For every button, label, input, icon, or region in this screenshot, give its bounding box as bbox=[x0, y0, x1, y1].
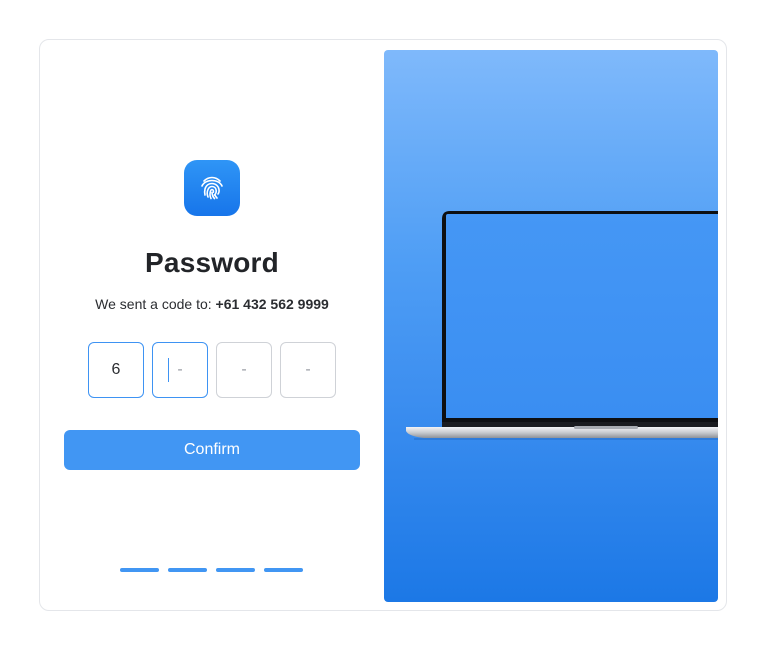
verification-panel: Password We sent a code to: +61 432 562 … bbox=[40, 40, 384, 610]
step-dash[interactable] bbox=[168, 568, 207, 572]
code-digit-4-placeholder: - bbox=[305, 361, 311, 378]
code-sent-message: We sent a code to: +61 432 562 9999 bbox=[40, 296, 384, 312]
step-dash[interactable] bbox=[120, 568, 159, 572]
page-title: Password bbox=[145, 247, 279, 278]
phone-number: +61 432 562 9999 bbox=[215, 296, 329, 312]
code-digit-3-placeholder: - bbox=[241, 361, 247, 378]
code-digit-1[interactable]: 6 bbox=[88, 342, 144, 398]
code-digit-4[interactable]: - bbox=[280, 342, 336, 398]
code-digit-2[interactable]: - bbox=[152, 342, 208, 398]
code-digit-1-value: 6 bbox=[111, 361, 121, 378]
confirm-button[interactable]: Confirm bbox=[64, 430, 360, 470]
login-card: Password We sent a code to: +61 432 562 … bbox=[39, 39, 727, 611]
code-digit-3[interactable]: - bbox=[216, 342, 272, 398]
step-dash[interactable] bbox=[264, 568, 303, 572]
laptop-illustration bbox=[406, 211, 718, 440]
fingerprint-icon bbox=[184, 160, 240, 216]
text-caret bbox=[168, 358, 169, 382]
code-digit-2-placeholder: - bbox=[177, 361, 183, 378]
illustration-panel bbox=[384, 50, 718, 602]
step-indicator bbox=[120, 568, 303, 572]
code-sent-label: We sent a code to: bbox=[95, 296, 216, 312]
code-input-group: 6 - - - bbox=[88, 342, 336, 398]
step-dash[interactable] bbox=[216, 568, 255, 572]
